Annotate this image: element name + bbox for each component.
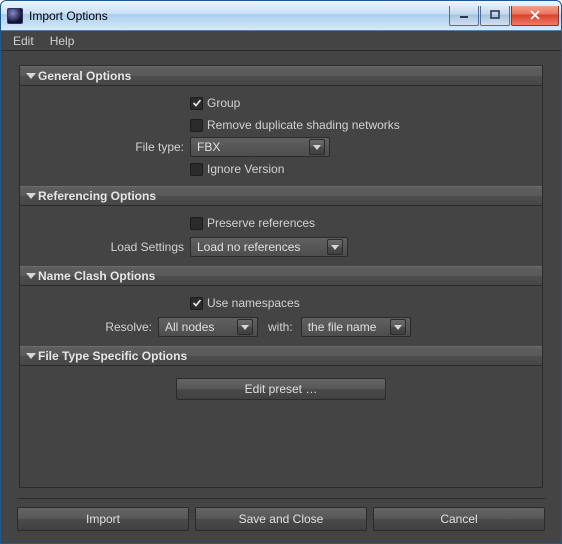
save-and-close-button[interactable]: Save and Close xyxy=(195,507,367,531)
dialog-footer: Import Save and Close Cancel xyxy=(1,499,561,543)
section-file-type-specific[interactable]: File Type Specific Options xyxy=(20,346,542,366)
import-button[interactable]: Import xyxy=(17,507,189,531)
chevron-down-icon xyxy=(26,353,36,359)
section-body-referencing: Preserve references Load Settings Load n… xyxy=(20,206,542,266)
group-checkbox[interactable] xyxy=(190,97,203,110)
resolve-select[interactable]: All nodes xyxy=(158,317,258,337)
section-general-options[interactable]: General Options xyxy=(20,66,542,86)
file-type-select[interactable]: FBX xyxy=(190,137,330,157)
chevron-down-icon xyxy=(309,139,325,155)
cancel-button[interactable]: Cancel xyxy=(373,507,545,531)
app-icon xyxy=(7,8,23,24)
file-type-value: FBX xyxy=(197,140,305,154)
section-name-clash-options[interactable]: Name Clash Options xyxy=(20,266,542,286)
section-title: File Type Specific Options xyxy=(38,349,187,363)
with-label: with: xyxy=(262,320,297,334)
titlebar: Import Options xyxy=(1,1,561,31)
remove-duplicate-checkbox[interactable] xyxy=(190,119,203,132)
chevron-down-icon xyxy=(26,273,36,279)
options-panel: General Options Group xyxy=(19,65,543,488)
save-and-close-label: Save and Close xyxy=(239,512,324,526)
minimize-button[interactable] xyxy=(449,6,479,26)
ignore-version-label: Ignore Version xyxy=(207,162,284,176)
window-buttons xyxy=(448,6,559,26)
load-settings-label: Load Settings xyxy=(40,240,190,254)
chevron-down-icon xyxy=(26,193,36,199)
window-title: Import Options xyxy=(29,9,448,23)
section-referencing-options[interactable]: Referencing Options xyxy=(20,186,542,206)
with-select[interactable]: the file name xyxy=(301,317,411,337)
chevron-down-icon xyxy=(327,239,343,255)
group-label: Group xyxy=(207,96,240,110)
resolve-label: Resolve: xyxy=(40,320,158,334)
chevron-down-icon xyxy=(26,73,36,79)
chevron-down-icon xyxy=(390,319,406,335)
chevron-down-icon xyxy=(237,319,253,335)
preserve-references-checkbox[interactable] xyxy=(190,217,203,230)
load-settings-select[interactable]: Load no references xyxy=(190,237,348,257)
menu-help[interactable]: Help xyxy=(42,31,83,51)
section-title: Name Clash Options xyxy=(38,269,155,283)
section-body-general: Group Remove duplicate shading networks … xyxy=(20,86,542,186)
use-namespaces-label: Use namespaces xyxy=(207,296,300,310)
use-namespaces-checkbox[interactable] xyxy=(190,297,203,310)
section-title: General Options xyxy=(38,69,131,83)
with-value: the file name xyxy=(308,320,386,334)
remove-duplicate-label: Remove duplicate shading networks xyxy=(207,118,400,132)
preserve-references-label: Preserve references xyxy=(207,216,315,230)
load-settings-value: Load no references xyxy=(197,240,323,254)
edit-preset-label: Edit preset … xyxy=(245,382,318,396)
resolve-value: All nodes xyxy=(165,320,233,334)
close-button[interactable] xyxy=(511,6,559,26)
cancel-label: Cancel xyxy=(440,512,477,526)
menubar: Edit Help xyxy=(1,31,561,51)
edit-preset-button[interactable]: Edit preset … xyxy=(176,378,386,400)
content: General Options Group xyxy=(1,51,561,498)
import-label: Import xyxy=(86,512,120,526)
menu-edit[interactable]: Edit xyxy=(5,31,42,51)
ignore-version-checkbox[interactable] xyxy=(190,163,203,176)
maximize-button[interactable] xyxy=(480,6,510,26)
file-type-label: File type: xyxy=(40,140,190,154)
section-title: Referencing Options xyxy=(38,189,156,203)
section-body-file-type: Edit preset … xyxy=(20,366,542,412)
section-body-name-clash: Use namespaces Resolve: All nodes with: … xyxy=(20,286,542,346)
import-options-window: Import Options Edit Help General Options xyxy=(0,0,562,544)
